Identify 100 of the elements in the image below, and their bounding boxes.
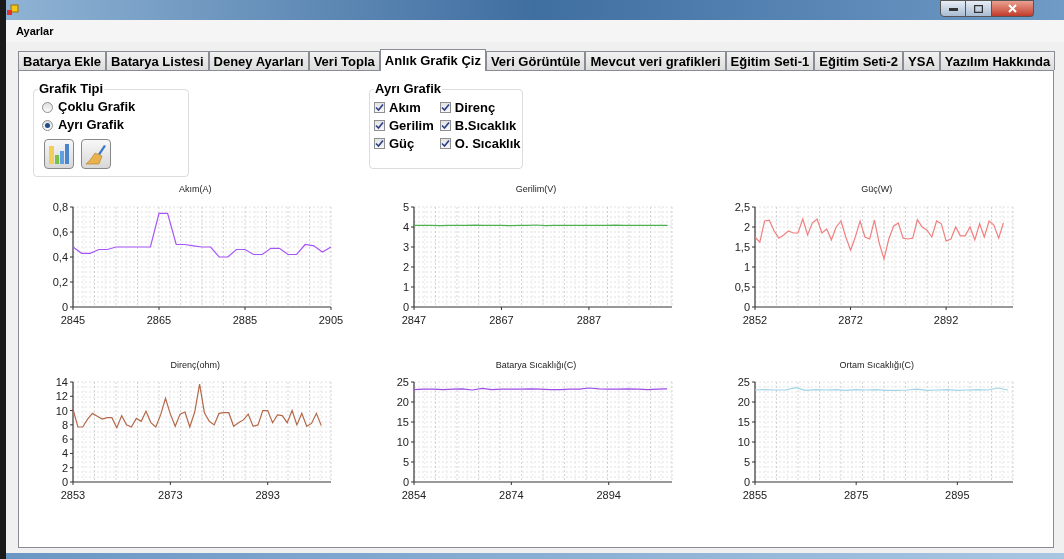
checkbox-label: Akım: [389, 99, 421, 116]
y-tick-label: 2: [402, 260, 409, 273]
y-tick-label: 10: [56, 404, 69, 417]
maximize-icon: [974, 4, 983, 13]
y-tick-label: 15: [737, 416, 750, 428]
chart-title: Gerilim(V): [515, 183, 557, 196]
tab[interactable]: Deney Ayarları: [208, 51, 309, 70]
x-tick-label: 2845: [61, 313, 86, 326]
minimize-button[interactable]: [940, 0, 966, 17]
y-tick-label: 5: [402, 200, 409, 213]
radio-label: Ayrı Grafik: [58, 117, 124, 133]
radio-label: Çoklu Grafik: [58, 99, 136, 115]
y-tick-label: 3: [402, 240, 409, 253]
bar-chart-icon: [48, 143, 70, 165]
y-tick-label: 25: [396, 376, 409, 388]
checkbox-label: Direnç: [454, 99, 496, 116]
x-tick-label: 2853: [61, 489, 86, 501]
chart-title: Batarya Sıcaklığı(C): [495, 358, 577, 372]
close-icon: [1008, 4, 1017, 13]
y-tick-label: 14: [56, 376, 69, 388]
y-tick-label: 8: [62, 418, 69, 431]
y-tick-label: 6: [62, 433, 69, 446]
x-tick-label: 2874: [499, 489, 524, 501]
x-tick-label: 2865: [147, 313, 172, 326]
x-tick-label: 2895: [944, 489, 970, 501]
radio-button[interactable]: [42, 119, 53, 131]
chart-title: Akım(A): [179, 183, 212, 196]
y-tick-label: 0,2: [53, 275, 69, 288]
y-tick-label: 10: [396, 436, 409, 448]
x-tick-label: 2887: [576, 313, 602, 326]
tab[interactable]: YSA: [903, 51, 940, 70]
close-button[interactable]: [992, 0, 1034, 17]
x-tick-label: 2885: [233, 313, 258, 326]
x-tick-label: 2875: [843, 489, 869, 501]
x-tick-label: 2847: [401, 313, 427, 326]
y-tick-label: 0: [62, 300, 69, 313]
y-tick-label: 0,8: [53, 200, 69, 213]
y-tick-label: 20: [396, 396, 409, 408]
minimize-icon: [948, 6, 958, 11]
tab[interactable]: Yazılım Hakkında: [939, 51, 1056, 70]
x-tick-label: 2872: [837, 313, 863, 326]
y-tick-label: 15: [396, 416, 409, 428]
tab[interactable]: Mevcut veri grafikleri: [585, 51, 726, 70]
y-tick-label: 2,5: [734, 200, 750, 213]
y-tick-label: 25: [737, 376, 750, 388]
y-tick-label: 0: [402, 476, 409, 488]
y-tick-label: 10: [737, 436, 750, 448]
y-tick-label: 2: [743, 220, 750, 233]
checkbox[interactable]: [374, 138, 385, 149]
tab[interactable]: Batarya Listesi: [106, 51, 209, 70]
x-tick-label: 2867: [489, 313, 514, 326]
y-tick-label: 4: [402, 220, 409, 233]
tab[interactable]: Anlık Grafik Çiz: [379, 49, 486, 71]
y-tick-label: 1: [402, 280, 409, 293]
draw-chart-button[interactable]: [44, 139, 74, 169]
y-tick-label: 1: [743, 260, 750, 273]
checkbox-label: O. Sıcaklık: [454, 135, 521, 152]
y-tick-label: 2: [62, 461, 69, 474]
x-tick-label: 2854: [401, 489, 427, 501]
y-tick-label: 0: [743, 300, 750, 313]
y-tick-label: 1,5: [734, 240, 750, 253]
radio-button[interactable]: [42, 101, 53, 113]
y-tick-label: 5: [402, 456, 409, 468]
chart-title: Güç(W): [861, 183, 893, 196]
clear-button[interactable]: [81, 139, 111, 169]
tab[interactable]: Batarya Ekle: [18, 51, 107, 70]
y-tick-label: 4: [62, 447, 69, 460]
tab[interactable]: Eğitim Seti-2: [814, 51, 904, 70]
menu-item[interactable]: Ayarlar: [16, 22, 54, 40]
tab[interactable]: Eğitim Seti-1: [725, 51, 815, 70]
y-tick-label: 0: [402, 300, 409, 313]
x-tick-label: 2892: [933, 313, 958, 326]
x-tick-label: 2894: [596, 489, 621, 501]
y-tick-label: 0,6: [53, 225, 69, 238]
y-tick-label: 5: [743, 456, 750, 468]
x-tick-label: 2893: [255, 489, 281, 501]
app-icon: [7, 4, 19, 16]
checkbox-label: Gerilim: [389, 117, 434, 134]
maximize-button[interactable]: [966, 0, 992, 17]
y-tick-label: 12: [56, 390, 69, 403]
group-title: Grafik Tipi: [38, 82, 105, 95]
y-tick-label: 0: [62, 476, 69, 488]
checkbox[interactable]: [439, 120, 451, 131]
x-tick-label: 2873: [158, 489, 183, 501]
checkbox-label: B.Sıcaklık: [454, 117, 517, 134]
y-tick-label: 20: [737, 396, 750, 408]
y-tick-label: 0,4: [53, 250, 69, 263]
y-tick-label: 0: [743, 476, 750, 488]
group-title: Ayrı Grafik: [374, 82, 442, 95]
checkbox[interactable]: [439, 138, 451, 149]
chart-title: Direnç(ohm): [170, 358, 221, 372]
x-tick-label: 2852: [742, 313, 767, 326]
checkbox[interactable]: [439, 102, 451, 113]
checkbox[interactable]: [374, 102, 385, 113]
x-tick-label: 2855: [742, 489, 767, 501]
chart-title: Ortam Sıcaklığı(C): [839, 358, 914, 372]
checkbox[interactable]: [374, 120, 385, 131]
checkbox-label: Güç: [389, 135, 415, 152]
tab[interactable]: Veri Topla: [308, 51, 380, 70]
tab[interactable]: Veri Görüntüle: [485, 51, 586, 70]
